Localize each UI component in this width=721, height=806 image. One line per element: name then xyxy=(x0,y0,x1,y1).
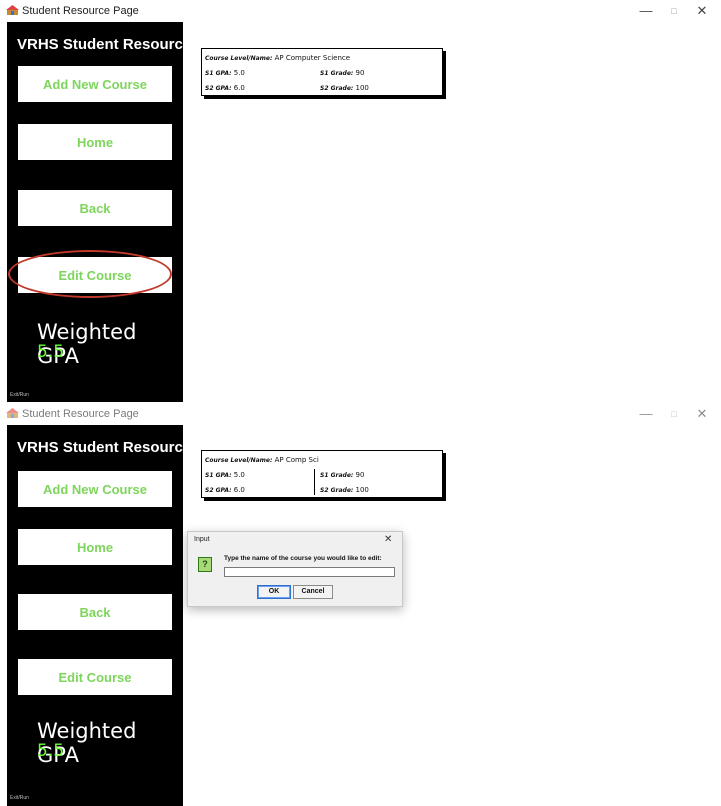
s2-gpa-label: S2 GPA: xyxy=(205,85,232,92)
weighted-gpa-value: 5.5 xyxy=(37,741,65,761)
s1-gpa-row: S1 GPA: 5.0 xyxy=(205,471,245,479)
s2-grade-row: S2 Grade: 100 xyxy=(320,84,369,92)
s1-gpa-value: 5.0 xyxy=(233,69,245,77)
s1-grade-label: S1 Grade: xyxy=(320,472,354,479)
s2-grade-label: S2 Grade: xyxy=(320,85,354,92)
dialog-message: Type the name of the course you would li… xyxy=(224,555,382,562)
dialog-close-icon[interactable]: ✕ xyxy=(384,534,392,545)
course-level-label: Course Level/Name: xyxy=(205,457,273,464)
s2-gpa-value: 6.0 xyxy=(233,84,245,92)
footer-note: Exit/Run xyxy=(10,795,29,801)
window-titlebar: Student Resource Page — □ ✕ xyxy=(0,403,721,425)
course-name-line: Course Level/Name: AP Computer Science xyxy=(205,54,350,62)
course-name: AP Comp Sci xyxy=(274,456,319,464)
course-name-line: Course Level/Name: AP Comp Sci xyxy=(205,456,319,464)
s1-grade-row: S1 Grade: 90 xyxy=(320,69,364,77)
sidebar: VRHS Student Resources Page Add New Cour… xyxy=(7,425,240,806)
edit-course-highlight-annotation xyxy=(8,250,172,298)
maximize-icon[interactable]: □ xyxy=(660,404,688,424)
grade-divider xyxy=(314,469,315,495)
dialog-title: Input xyxy=(194,536,210,543)
input-dialog: Input ✕ ? Type the name of the course yo… xyxy=(187,531,403,607)
ok-button[interactable]: OK xyxy=(257,585,291,599)
window-titlebar: Student Resource Page — □ ✕ xyxy=(0,0,721,22)
close-icon[interactable]: ✕ xyxy=(688,404,716,424)
s1-grade-label: S1 Grade: xyxy=(320,70,354,77)
s1-grade-row: S1 Grade: 90 xyxy=(320,471,364,479)
home-button[interactable]: Home xyxy=(18,529,172,565)
cancel-button[interactable]: Cancel xyxy=(293,585,333,599)
s1-gpa-label: S1 GPA: xyxy=(205,472,232,479)
add-new-course-button[interactable]: Add New Course xyxy=(18,66,172,102)
student-app-icon xyxy=(6,408,19,418)
minimize-icon[interactable]: — xyxy=(632,404,660,424)
course-card[interactable]: Course Level/Name: AP Comp Sci S1 GPA: 5… xyxy=(201,450,443,498)
course-level-label: Course Level/Name: xyxy=(205,55,273,62)
window-title: Student Resource Page xyxy=(22,408,139,420)
back-button[interactable]: Back xyxy=(18,190,172,226)
close-icon[interactable]: ✕ xyxy=(688,1,716,21)
s1-gpa-label: S1 GPA: xyxy=(205,70,232,77)
s2-gpa-row: S2 GPA: 6.0 xyxy=(205,486,245,494)
weighted-gpa-value: 5.5 xyxy=(37,342,65,362)
course-name-input[interactable] xyxy=(224,567,395,577)
window-title: Student Resource Page xyxy=(22,5,139,17)
back-button[interactable]: Back xyxy=(18,594,172,630)
s1-gpa-value: 5.0 xyxy=(233,471,245,479)
minimize-icon[interactable]: — xyxy=(632,1,660,21)
s2-grade-value: 100 xyxy=(355,486,369,494)
s2-gpa-row: S2 GPA: 6.0 xyxy=(205,84,245,92)
student-app-icon xyxy=(6,5,19,15)
sidebar: VRHS Student Resources Page Add New Cour… xyxy=(7,22,240,402)
course-name: AP Computer Science xyxy=(274,54,351,62)
s1-grade-value: 90 xyxy=(355,471,365,479)
maximize-icon[interactable]: □ xyxy=(660,1,688,21)
course-card[interactable]: Course Level/Name: AP Computer Science S… xyxy=(201,48,443,96)
s2-grade-label: S2 Grade: xyxy=(320,487,354,494)
question-icon: ? xyxy=(198,557,212,572)
s1-grade-value: 90 xyxy=(355,69,365,77)
s1-gpa-row: S1 GPA: 5.0 xyxy=(205,69,245,77)
home-button[interactable]: Home xyxy=(18,124,172,160)
s2-gpa-value: 6.0 xyxy=(233,486,245,494)
screenshot-after: Student Resource Page — □ ✕ VRHS Student… xyxy=(0,403,721,806)
screenshot-before: Student Resource Page — □ ✕ VRHS Student… xyxy=(0,0,721,402)
add-new-course-button[interactable]: Add New Course xyxy=(18,471,172,507)
s2-grade-row: S2 Grade: 100 xyxy=(320,486,369,494)
s2-gpa-label: S2 GPA: xyxy=(205,487,232,494)
edit-course-button[interactable]: Edit Course xyxy=(18,659,172,695)
s2-grade-value: 100 xyxy=(355,84,369,92)
footer-note: Exit/Run xyxy=(10,392,29,398)
